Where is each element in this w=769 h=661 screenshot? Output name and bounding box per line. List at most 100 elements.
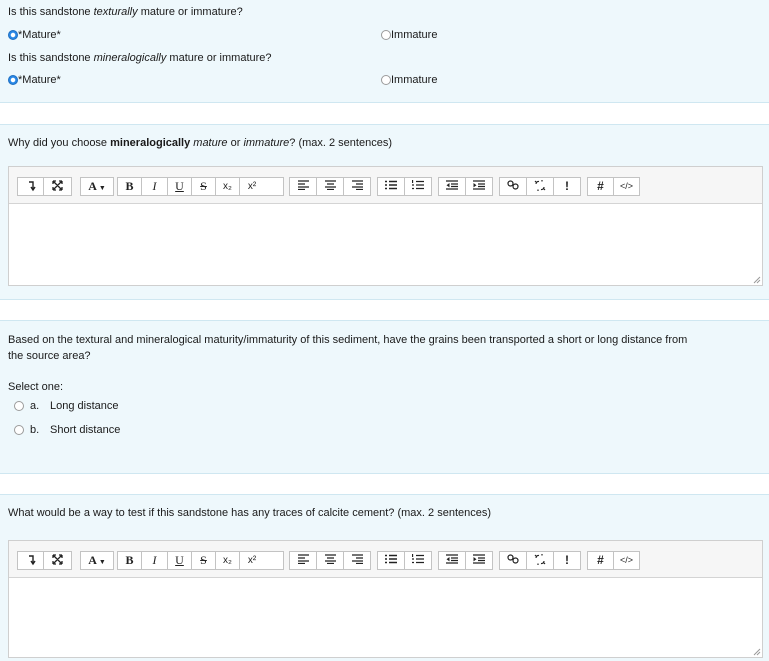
- toolbar-fullscreen-button[interactable]: [44, 552, 71, 569]
- bullet-list-icon: [385, 180, 397, 190]
- toolbar-group-font: A ▼: [80, 177, 114, 196]
- toolbar-group-lists: [377, 551, 432, 570]
- question-why-panel: Why did you choose mineralogically matur…: [0, 124, 769, 300]
- toolbar-group-lists: [377, 177, 432, 196]
- bold-button[interactable]: B: [118, 552, 142, 569]
- italic-button[interactable]: I: [142, 552, 168, 569]
- align-left-icon: [297, 180, 309, 190]
- radio-long-distance[interactable]: [14, 401, 24, 411]
- subscript-button[interactable]: x₂: [216, 178, 240, 195]
- question-calcite-text: What would be a way to test if this sand…: [8, 507, 492, 519]
- outdent-icon: [446, 554, 458, 564]
- rich-text-editor-1: A ▼ B I U S x₂ x² ! # </>: [8, 166, 763, 286]
- option-label-textural-immature: Immature: [391, 29, 438, 41]
- indent-icon: [473, 554, 485, 564]
- resize-handle-icon[interactable]: [752, 275, 761, 284]
- option-label-long-distance[interactable]: Long distance: [50, 400, 119, 412]
- hashtag-button[interactable]: #: [588, 178, 614, 195]
- toolbar-toggle-button[interactable]: [18, 178, 44, 195]
- outdent-button[interactable]: [439, 178, 466, 195]
- resize-handle-icon[interactable]: [752, 647, 761, 656]
- question-textural-text: Is this sandstone texturally mature or i…: [8, 6, 243, 18]
- bullet-list-button[interactable]: [378, 552, 405, 569]
- radio-textural-mature[interactable]: [8, 30, 18, 40]
- subscript-button[interactable]: x₂: [216, 552, 240, 569]
- strikethrough-button[interactable]: S: [192, 178, 216, 195]
- toolbar-fullscreen-button[interactable]: [44, 178, 71, 195]
- caret-down-icon: ▼: [98, 558, 106, 566]
- option-label-mineralogical-mature: *Mature*: [18, 74, 61, 86]
- unlink-button[interactable]: [527, 552, 554, 569]
- toolbar-toggle-button[interactable]: [18, 552, 44, 569]
- editor-text-area-1[interactable]: [9, 204, 762, 285]
- align-center-button[interactable]: [317, 552, 344, 569]
- indent-button[interactable]: [466, 178, 492, 195]
- align-right-button[interactable]: [344, 552, 370, 569]
- question-transport-text: Based on the textural and mineralogical …: [8, 334, 688, 362]
- align-left-button[interactable]: [290, 178, 317, 195]
- toolbar-group-html: # </>: [587, 551, 640, 570]
- underline-button[interactable]: U: [168, 178, 192, 195]
- font-style-dropdown[interactable]: A ▼: [81, 178, 113, 195]
- underline-button[interactable]: U: [168, 552, 192, 569]
- superscript-button[interactable]: x²: [240, 178, 264, 195]
- editor-text-area-2[interactable]: [9, 578, 762, 657]
- link-icon: [507, 554, 519, 564]
- question-why-text: Why did you choose mineralogically matur…: [8, 137, 392, 149]
- special-char-button[interactable]: !: [554, 178, 580, 195]
- align-left-button[interactable]: [290, 552, 317, 569]
- numbered-list-button[interactable]: [405, 552, 431, 569]
- align-center-button[interactable]: [317, 178, 344, 195]
- toolbar-group-html: # </>: [587, 177, 640, 196]
- superscript-button[interactable]: x²: [240, 552, 264, 569]
- indent-button[interactable]: [466, 552, 492, 569]
- italic-button[interactable]: I: [142, 178, 168, 195]
- toolbar-group-toggle: [17, 177, 72, 196]
- question-calcite-panel: What would be a way to test if this sand…: [0, 494, 769, 661]
- align-center-icon: [324, 180, 336, 190]
- toolbar-group-toggle: [17, 551, 72, 570]
- expand-icon: [52, 554, 63, 565]
- link-icon: [507, 180, 519, 190]
- outdent-icon: [446, 180, 458, 190]
- radio-short-distance[interactable]: [14, 425, 24, 435]
- outdent-button[interactable]: [439, 552, 466, 569]
- special-char-button[interactable]: !: [554, 552, 580, 569]
- arrow-down-right-icon: [28, 555, 36, 566]
- align-right-button[interactable]: [344, 178, 370, 195]
- option-letter-b: b.: [30, 424, 40, 436]
- align-center-icon: [324, 554, 336, 564]
- question-maturity-panel: Is this sandstone texturally mature or i…: [0, 0, 769, 103]
- numbered-list-icon: [412, 180, 424, 190]
- rich-text-editor-2: A ▼ B I U S x₂ x² ! # </>: [8, 540, 763, 658]
- option-letter-a: a.: [30, 400, 40, 412]
- unlink-icon: [534, 180, 546, 191]
- hashtag-button[interactable]: #: [588, 552, 614, 569]
- arrow-down-right-icon: [28, 181, 36, 192]
- strikethrough-button[interactable]: S: [192, 552, 216, 569]
- option-label-mineralogical-immature: Immature: [391, 74, 438, 86]
- question-mineralogical-text: Is this sandstone mineralogically mature…: [8, 52, 272, 64]
- unlink-button[interactable]: [527, 178, 554, 195]
- bullet-list-button[interactable]: [378, 178, 405, 195]
- toolbar-group-format: B I U S x₂ x²: [117, 551, 284, 570]
- editor-toolbar: A ▼ B I U S x₂ x² ! # </>: [9, 541, 762, 578]
- toolbar-group-links: !: [499, 177, 581, 196]
- question-transport-panel: Based on the textural and mineralogical …: [0, 320, 769, 474]
- radio-mineralogical-immature[interactable]: [381, 75, 391, 85]
- bold-button[interactable]: B: [118, 178, 142, 195]
- expand-icon: [52, 180, 63, 191]
- numbered-list-button[interactable]: [405, 178, 431, 195]
- font-style-dropdown[interactable]: A ▼: [81, 552, 113, 569]
- toolbar-group-links: !: [499, 551, 581, 570]
- html-code-button[interactable]: </>: [614, 552, 639, 569]
- toolbar-group-align: [289, 551, 371, 570]
- radio-textural-immature[interactable]: [381, 30, 391, 40]
- link-button[interactable]: [500, 552, 527, 569]
- html-code-button[interactable]: </>: [614, 178, 639, 195]
- radio-mineralogical-mature[interactable]: [8, 75, 18, 85]
- unlink-icon: [534, 554, 546, 565]
- indent-icon: [473, 180, 485, 190]
- link-button[interactable]: [500, 178, 527, 195]
- option-label-short-distance[interactable]: Short distance: [50, 424, 120, 436]
